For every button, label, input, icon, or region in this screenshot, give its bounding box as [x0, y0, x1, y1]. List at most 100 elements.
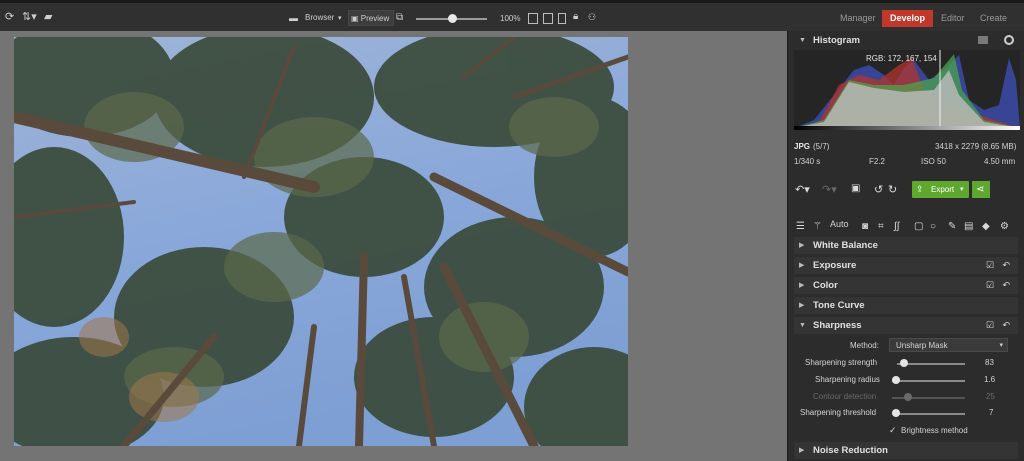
section-exposure[interactable]: ▶ Exposure ☑ ↶: [794, 257, 1018, 274]
section-color[interactable]: ▶ Color ☑ ↶: [794, 277, 1018, 294]
forest-canopy-photo: [14, 37, 628, 446]
chevron-down-icon: ▼: [799, 37, 806, 44]
aperture: F2.2: [869, 157, 886, 166]
file-index: (5/7): [813, 142, 830, 151]
export-button[interactable]: ⇪ Export ▾: [912, 181, 969, 198]
section-label: Tone Curve: [813, 300, 865, 311]
threshold-label: Sharpening threshold: [800, 408, 877, 417]
gradient-icon[interactable]: ▤: [964, 221, 973, 232]
method-value: Unsharp Mask: [896, 341, 948, 350]
chevron-right-icon: ▶: [799, 242, 805, 249]
section-sharpness[interactable]: ▼ Sharpness ☑ ↶: [794, 317, 1018, 334]
adjustments-icon[interactable]: ☰: [796, 221, 805, 232]
sort-icon[interactable]: ⇅▾: [22, 11, 37, 23]
threshold-slider-track[interactable]: [892, 413, 965, 415]
reset-icon[interactable]: ↶: [1002, 277, 1010, 294]
section-label: Color: [813, 280, 838, 291]
chevron-down-icon[interactable]: ▾: [338, 13, 342, 25]
reset-icon[interactable]: ↶: [1002, 257, 1010, 274]
rotate-right-icon[interactable]: ↻: [888, 183, 897, 196]
person-lock-icon[interactable]: ⚇: [588, 11, 596, 23]
fit-view-icon[interactable]: [528, 13, 538, 24]
photo-preview: [14, 37, 628, 446]
magic-wand-icon[interactable]: ⚚: [813, 221, 822, 232]
circle-filter-icon[interactable]: ○: [930, 221, 936, 232]
share-button[interactable]: ⋖: [972, 181, 990, 198]
import-folder-icon[interactable]: ▰: [44, 11, 52, 23]
rotate-left-icon[interactable]: ↺: [874, 183, 883, 196]
chevron-down-icon[interactable]: ▾: [960, 185, 964, 193]
zoom-slider-thumb[interactable]: [448, 14, 457, 23]
top-toolbar: ⟳ ⇅▾ ▰ ▬ Browser ▾ ▣ Preview ⧉ 100% 🔒︎ ⚇…: [0, 0, 1024, 31]
undo-icon[interactable]: ↶▾: [795, 183, 810, 196]
method-select[interactable]: Unsharp Mask ▾: [889, 338, 1008, 352]
folder-icon: ▬: [289, 13, 298, 23]
image-compare-icon[interactable]: ▣: [851, 183, 860, 194]
preview-button[interactable]: ▣ Preview: [348, 10, 395, 26]
chevron-right-icon: ▶: [799, 302, 805, 309]
develop-panel: ▼ Histogram RGB: 172, 167, 154 JPG (5/7)…: [787, 31, 1024, 461]
compare-view-icon[interactable]: [543, 13, 553, 24]
chevron-down-icon: ▼: [799, 322, 806, 329]
text-frame-icon[interactable]: ▢: [914, 221, 923, 232]
curves-icon[interactable]: ∫∫: [894, 221, 899, 232]
brush-icon[interactable]: ✎: [948, 221, 956, 232]
auto-button[interactable]: Auto: [830, 219, 849, 229]
shutter-speed: 1/340 s: [794, 157, 821, 166]
chevron-right-icon: ▶: [799, 262, 805, 269]
strength-label: Sharpening strength: [805, 358, 878, 367]
checkbox-icon[interactable]: ☑: [986, 257, 994, 274]
info-overlay-icon[interactable]: [558, 13, 566, 24]
histogram-header[interactable]: ▼ Histogram: [794, 32, 1018, 49]
mode-develop[interactable]: Develop: [882, 10, 934, 27]
reset-icon[interactable]: ↶: [1002, 317, 1010, 334]
section-label: Sharpness: [813, 320, 862, 331]
radius-slider-thumb[interactable]: [892, 376, 900, 384]
export-label: Export: [931, 185, 955, 194]
eraser-icon[interactable]: ◆: [982, 221, 990, 232]
file-format: JPG: [794, 142, 811, 151]
mode-editor[interactable]: Editor: [933, 10, 973, 27]
crop-icon[interactable]: ⌗: [878, 221, 884, 232]
chevron-right-icon: ▶: [799, 447, 805, 454]
lock-icon[interactable]: 🔒︎: [573, 11, 578, 23]
section-label: White Balance: [813, 240, 878, 251]
clipping-toggle-icon[interactable]: [1004, 35, 1014, 45]
rgb-readout: RGB: 172, 167, 154: [866, 54, 937, 63]
threshold-value[interactable]: 7: [989, 408, 993, 417]
external-window-icon[interactable]: ⧉: [396, 12, 403, 24]
contour-value: 25: [986, 392, 995, 401]
camera-icon[interactable]: ◙: [862, 221, 868, 232]
image-viewer[interactable]: [0, 31, 787, 461]
display-mode-icon[interactable]: [978, 36, 988, 44]
chevron-right-icon: ▶: [799, 282, 805, 289]
section-label: Exposure: [813, 260, 857, 271]
preview-label: Preview: [360, 14, 390, 23]
contour-slider-track: [892, 397, 965, 399]
file-dimensions: 3418 x 2279 (8.65 MB): [935, 142, 1017, 151]
redo-icon[interactable]: ↷▾: [822, 183, 837, 196]
strength-slider-thumb[interactable]: [900, 359, 908, 367]
threshold-slider-thumb[interactable]: [892, 409, 900, 417]
radius-slider-track[interactable]: [892, 380, 965, 382]
browser-button[interactable]: Browser: [305, 10, 334, 26]
export-icon: ⇪: [916, 184, 924, 194]
contour-slider-thumb: [904, 393, 912, 401]
radius-value[interactable]: 1.6: [984, 375, 995, 384]
radius-label: Sharpening radius: [815, 375, 880, 384]
histogram-title: Histogram: [813, 35, 860, 46]
mode-create[interactable]: Create: [972, 10, 1015, 27]
focal-length: 4.50 mm: [984, 157, 1016, 166]
checkbox-icon[interactable]: ☑: [986, 317, 994, 334]
brightness-checkbox[interactable]: ✓: [889, 425, 897, 436]
section-noise-reduction[interactable]: ▶ Noise Reduction: [794, 442, 1018, 459]
refresh-icon[interactable]: ⟳: [5, 11, 14, 23]
section-tone-curve[interactable]: ▶ Tone Curve: [794, 297, 1018, 314]
strength-value[interactable]: 83: [985, 358, 994, 367]
method-label: Method:: [850, 341, 879, 350]
section-white-balance[interactable]: ▶ White Balance: [794, 237, 1018, 254]
mode-manager[interactable]: Manager: [832, 10, 884, 27]
checkbox-icon[interactable]: ☑: [986, 277, 994, 294]
zoom-level: 100%: [500, 14, 521, 23]
gear-icon[interactable]: ⚙: [1000, 221, 1009, 232]
